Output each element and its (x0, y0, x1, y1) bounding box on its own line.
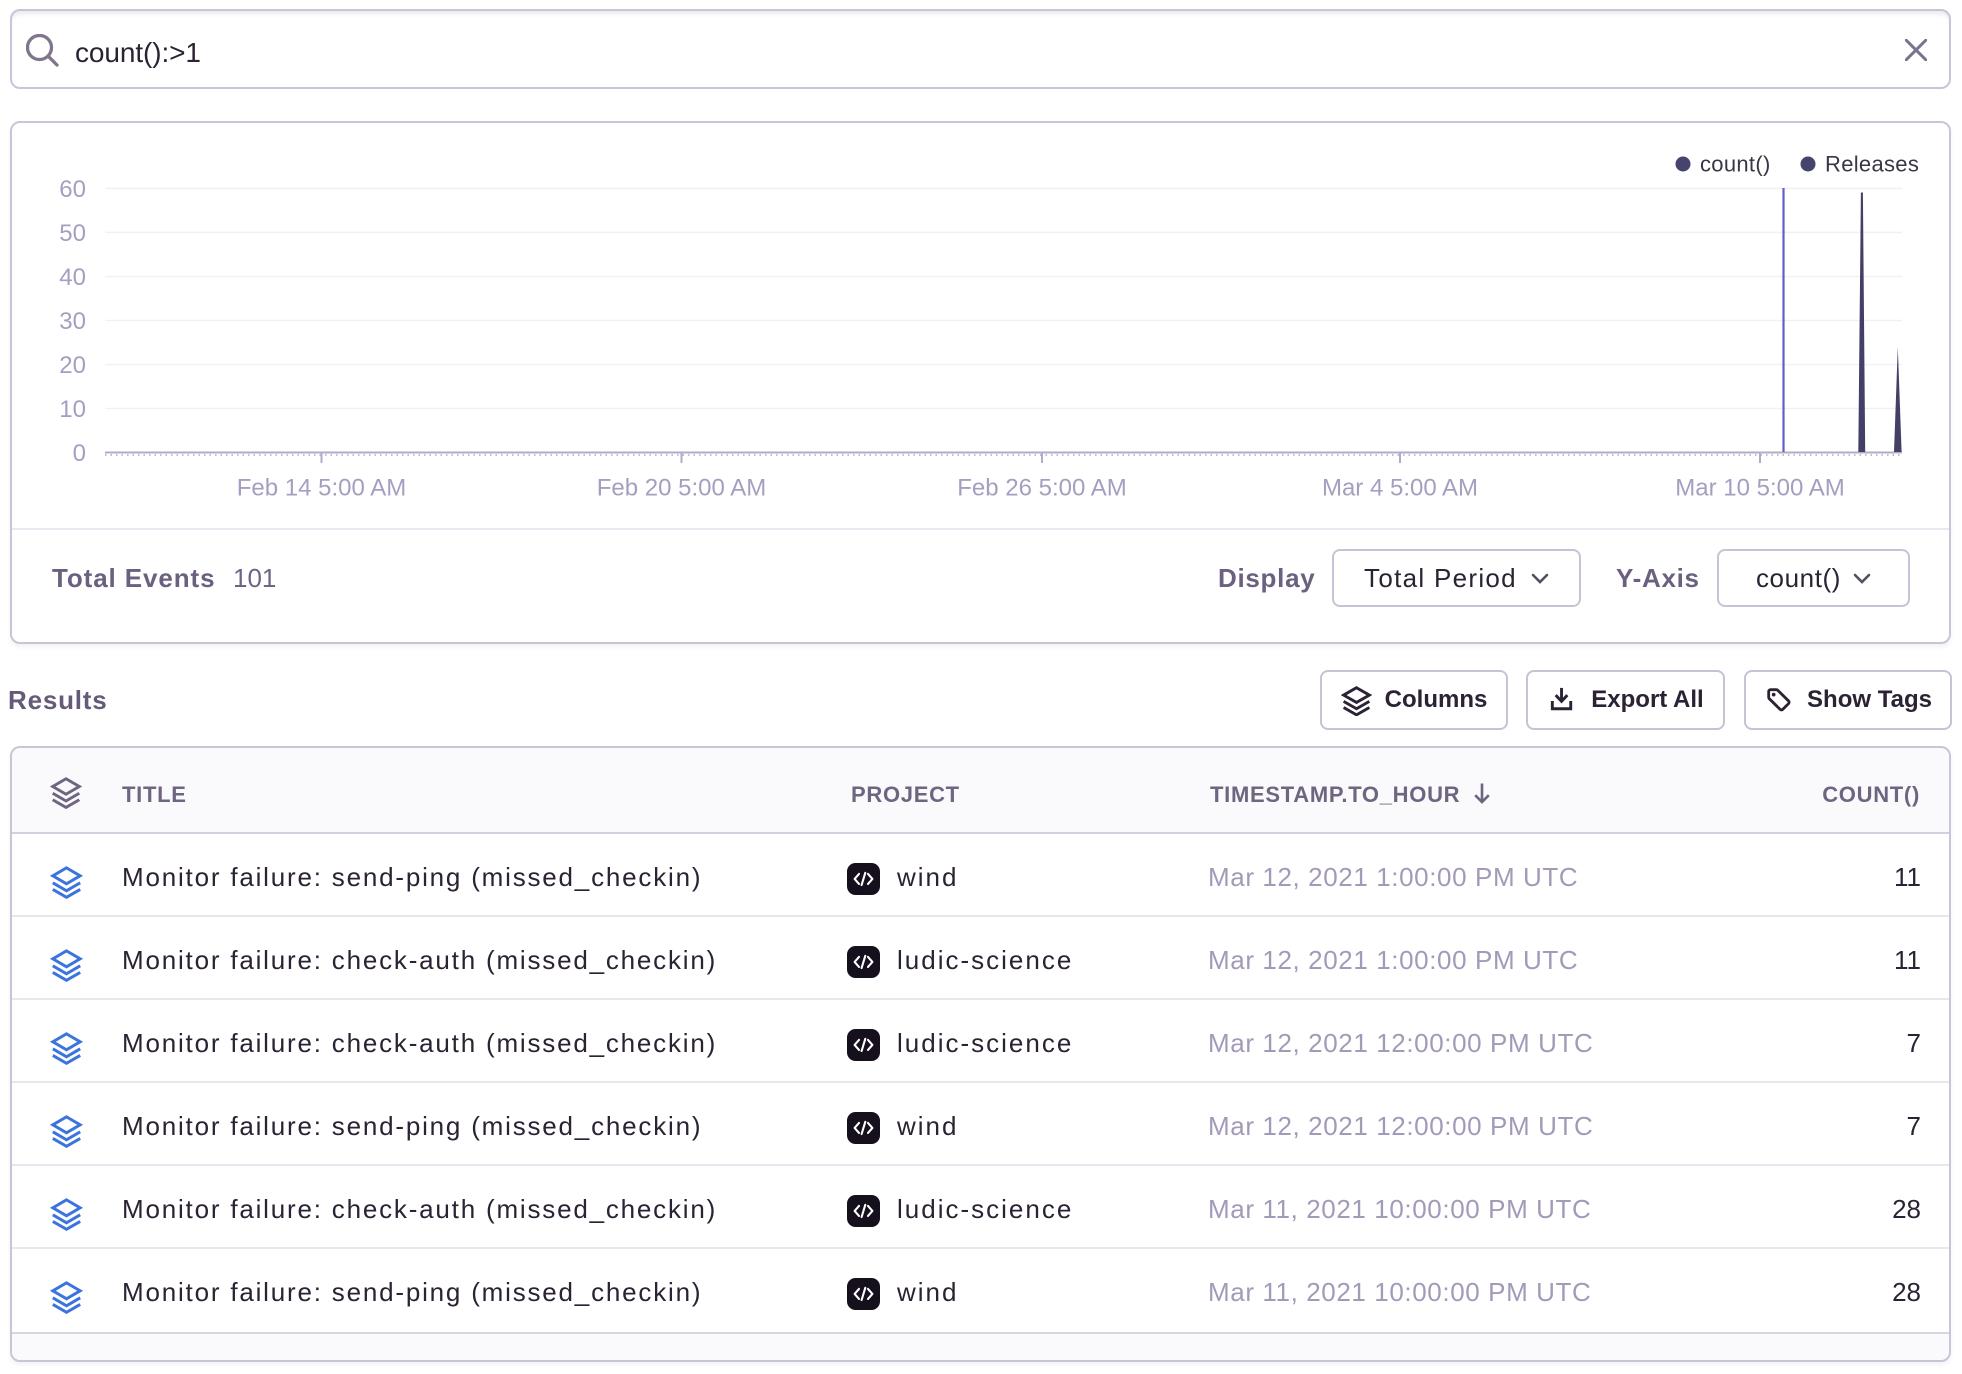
svg-text:30: 30 (59, 308, 86, 335)
svg-text:Feb 26 5:00 AM: Feb 26 5:00 AM (957, 475, 1126, 502)
svg-text:Mar 10 5:00 AM: Mar 10 5:00 AM (1675, 475, 1844, 502)
svg-text:40: 40 (59, 264, 86, 291)
svg-text:count(): count() (1700, 152, 1771, 177)
svg-text:Feb 14 5:00 AM: Feb 14 5:00 AM (237, 475, 406, 502)
svg-text:20: 20 (59, 352, 86, 379)
svg-text:Releases: Releases (1825, 152, 1919, 177)
svg-text:10: 10 (59, 396, 86, 423)
svg-text:60: 60 (59, 176, 86, 203)
svg-text:50: 50 (59, 220, 86, 247)
svg-text:Mar 4 5:00 AM: Mar 4 5:00 AM (1322, 475, 1478, 502)
svg-text:0: 0 (73, 440, 86, 467)
svg-text:Feb 20 5:00 AM: Feb 20 5:00 AM (597, 475, 766, 502)
